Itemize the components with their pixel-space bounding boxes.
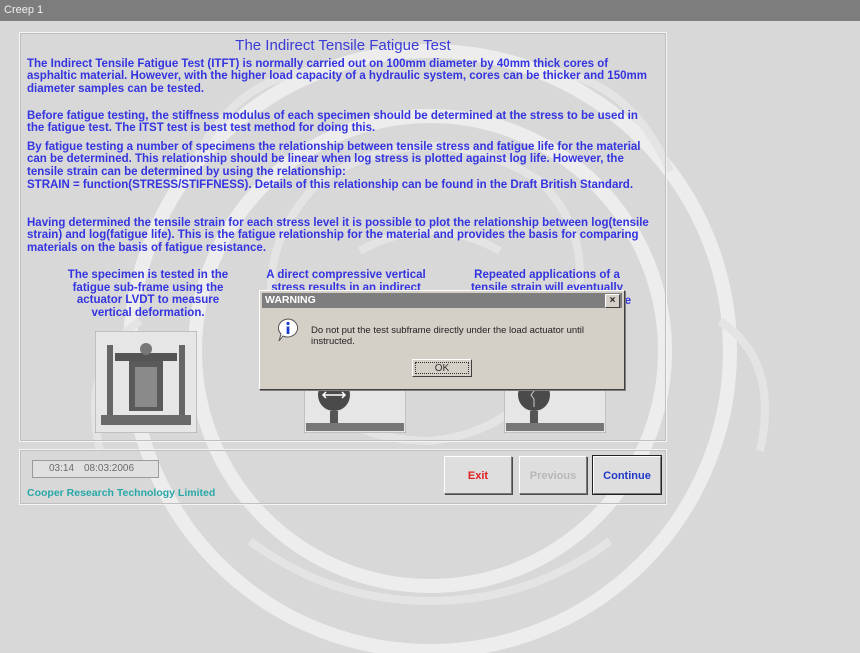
previous-button[interactable]: Previous — [519, 456, 587, 494]
caption-specimen: The specimen is tested in the fatigue su… — [67, 269, 229, 319]
paragraph-stiffness: Before fatigue testing, the stiffness mo… — [27, 110, 638, 135]
window-title: Creep 1 — [4, 4, 44, 16]
datetime-display: 03:14 08:03:2006 — [32, 460, 159, 478]
paragraph-fatigue-basis: Having determined the tensile strain for… — [27, 217, 649, 254]
status-panel: 03:14 08:03:2006 Cooper Research Technol… — [19, 449, 667, 505]
warning-dialog: WARNING × Do not put the test subframe d… — [259, 290, 625, 390]
time-label: 03:14 — [49, 463, 75, 474]
page-title: The Indirect Tensile Fatigue Test — [235, 37, 451, 54]
close-icon[interactable]: × — [605, 294, 620, 308]
info-icon — [277, 318, 299, 342]
dialog-message: Do not put the test subframe directly un… — [311, 325, 585, 347]
paragraph-strain-formula: STRAIN = function(STRESS/STIFFNESS). Det… — [27, 179, 634, 191]
exit-button[interactable]: Exit — [444, 456, 512, 494]
date-label: 08:03:2006 — [84, 463, 135, 474]
window-titlebar: Creep 1 — [0, 0, 860, 21]
ok-button[interactable]: OK — [412, 359, 472, 377]
dialog-titlebar: WARNING × — [262, 293, 622, 308]
dialog-title: WARNING — [265, 294, 316, 306]
company-name: Cooper Research Technology Limited — [27, 487, 216, 499]
fatigue-subframe-illustration — [95, 331, 197, 433]
paragraph-relationship: By fatigue testing a number of specimens… — [27, 141, 641, 178]
paragraph-intro: The Indirect Tensile Fatigue Test (ITFT)… — [27, 58, 647, 95]
continue-button[interactable]: Continue — [592, 455, 662, 495]
